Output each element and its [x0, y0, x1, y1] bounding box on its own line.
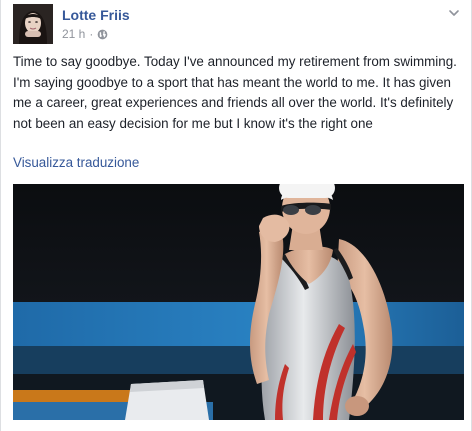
- post-header: Lotte Friis 21 h ·: [13, 4, 461, 44]
- post-meta: 21 h ·: [62, 27, 108, 41]
- translate-link[interactable]: Visualizza traduzione: [13, 155, 139, 170]
- meta-separator: ·: [89, 27, 94, 41]
- avatar[interactable]: [13, 4, 53, 44]
- chevron-down-icon[interactable]: [447, 6, 461, 20]
- post-photo[interactable]: [13, 184, 464, 420]
- post-timestamp[interactable]: 21 h: [62, 27, 85, 41]
- post-text: Time to say goodbye. Today I've announce…: [13, 54, 457, 131]
- author-name[interactable]: Lotte Friis: [62, 7, 130, 23]
- post-card: Lotte Friis 21 h · Time to say goodbye. …: [0, 0, 472, 431]
- globe-icon[interactable]: [97, 29, 108, 40]
